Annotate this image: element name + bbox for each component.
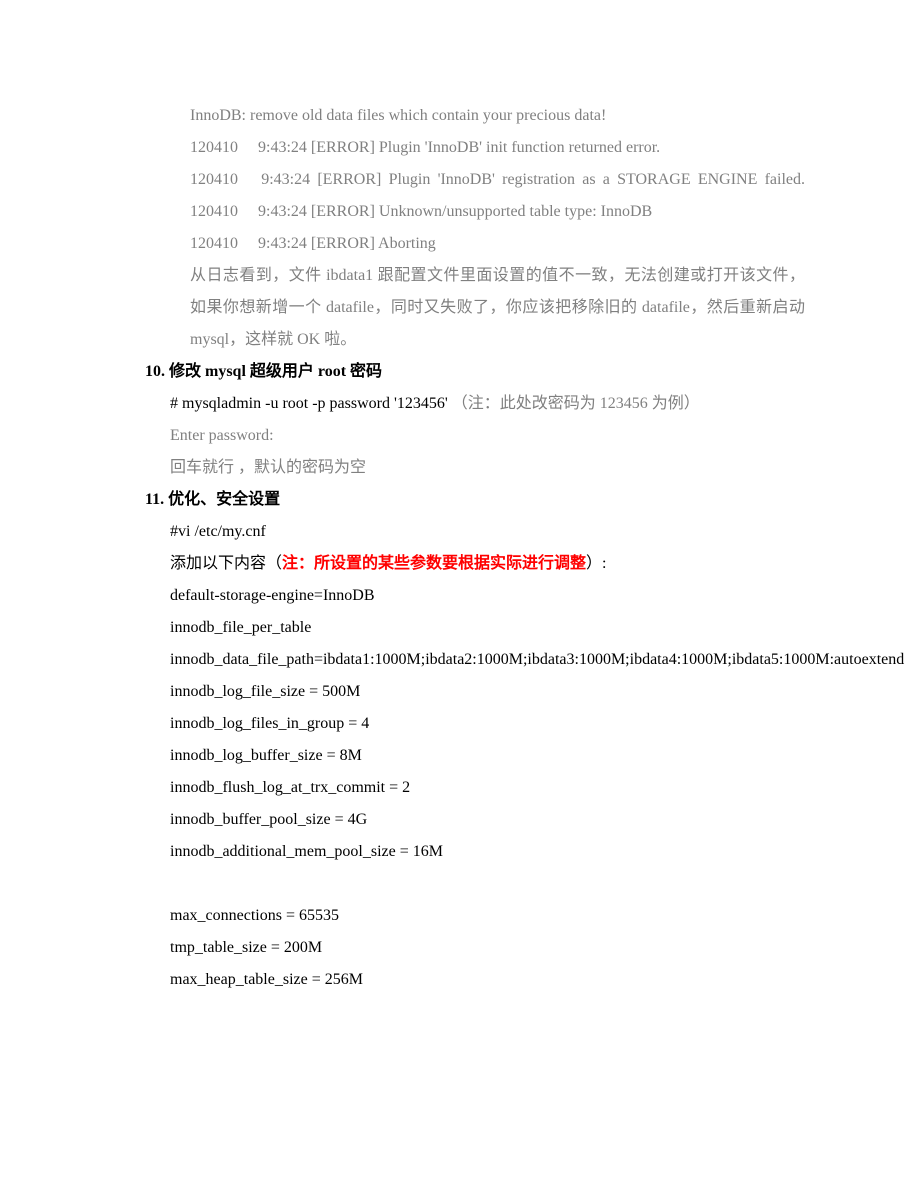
log-line: 120410 9:43:24 [ERROR] Plugin 'InnoDB' i…: [190, 132, 805, 164]
config-line: tmp_table_size = 200M: [170, 932, 805, 964]
config-line: innodb_data_file_path=ibdata1:1000M;ibda…: [170, 644, 805, 676]
intro-warning: 注：所设置的某些参数要根据实际进行调整: [282, 555, 586, 572]
log-line: 120410 9:43:24 [ERROR] Unknown/unsupport…: [190, 196, 805, 228]
command-line: #vi /etc/my.cnf: [170, 516, 805, 548]
config-line: innodb_file_per_table: [170, 612, 805, 644]
intro-post: ）:: [586, 555, 606, 572]
command-note: （注：此处改密码为 123456 为例）: [452, 395, 700, 412]
config-line: innodb_additional_mem_pool_size = 16M: [170, 836, 805, 868]
log-line: 120410 9:43:24 [ERROR] Plugin 'InnoDB' r…: [190, 164, 805, 196]
section-10-heading: 10. 修改 mysql 超级用户 root 密码: [145, 356, 805, 388]
section-10-content: # mysqladmin -u root -p password '123456…: [170, 388, 805, 484]
command-line: # mysqladmin -u root -p password '123456…: [170, 388, 805, 420]
config-line: innodb_log_buffer_size = 8M: [170, 740, 805, 772]
log-block: InnoDB: remove old data files which cont…: [190, 100, 805, 356]
config-line: innodb_flush_log_at_trx_commit = 2: [170, 772, 805, 804]
log-explanation: 从日志看到，文件 ibdata1 跟配置文件里面设置的值不一致，无法创建或打开该…: [190, 260, 805, 356]
config-line: max_connections = 65535: [170, 900, 805, 932]
config-line: default-storage-engine=InnoDB: [170, 580, 805, 612]
note-line: 回车就行 ，默认的密码为空: [170, 452, 805, 484]
config-intro: 添加以下内容（注：所设置的某些参数要根据实际进行调整）:: [170, 548, 805, 580]
config-line: innodb_buffer_pool_size = 4G: [170, 804, 805, 836]
config-line: innodb_log_files_in_group = 4: [170, 708, 805, 740]
intro-pre: 添加以下内容（: [170, 555, 282, 572]
log-line: 120410 9:43:24 [ERROR] Aborting: [190, 228, 805, 260]
log-line: InnoDB: remove old data files which cont…: [190, 100, 805, 132]
prompt-line: Enter password:: [170, 420, 805, 452]
blank-line: [170, 868, 805, 900]
command-text: # mysqladmin -u root -p password '123456…: [170, 395, 452, 412]
config-line: max_heap_table_size = 256M: [170, 964, 805, 996]
config-line: innodb_log_file_size = 500M: [170, 676, 805, 708]
section-11-content: #vi /etc/my.cnf 添加以下内容（注：所设置的某些参数要根据实际进行…: [170, 516, 805, 996]
section-11-heading: 11. 优化、安全设置: [145, 484, 805, 516]
